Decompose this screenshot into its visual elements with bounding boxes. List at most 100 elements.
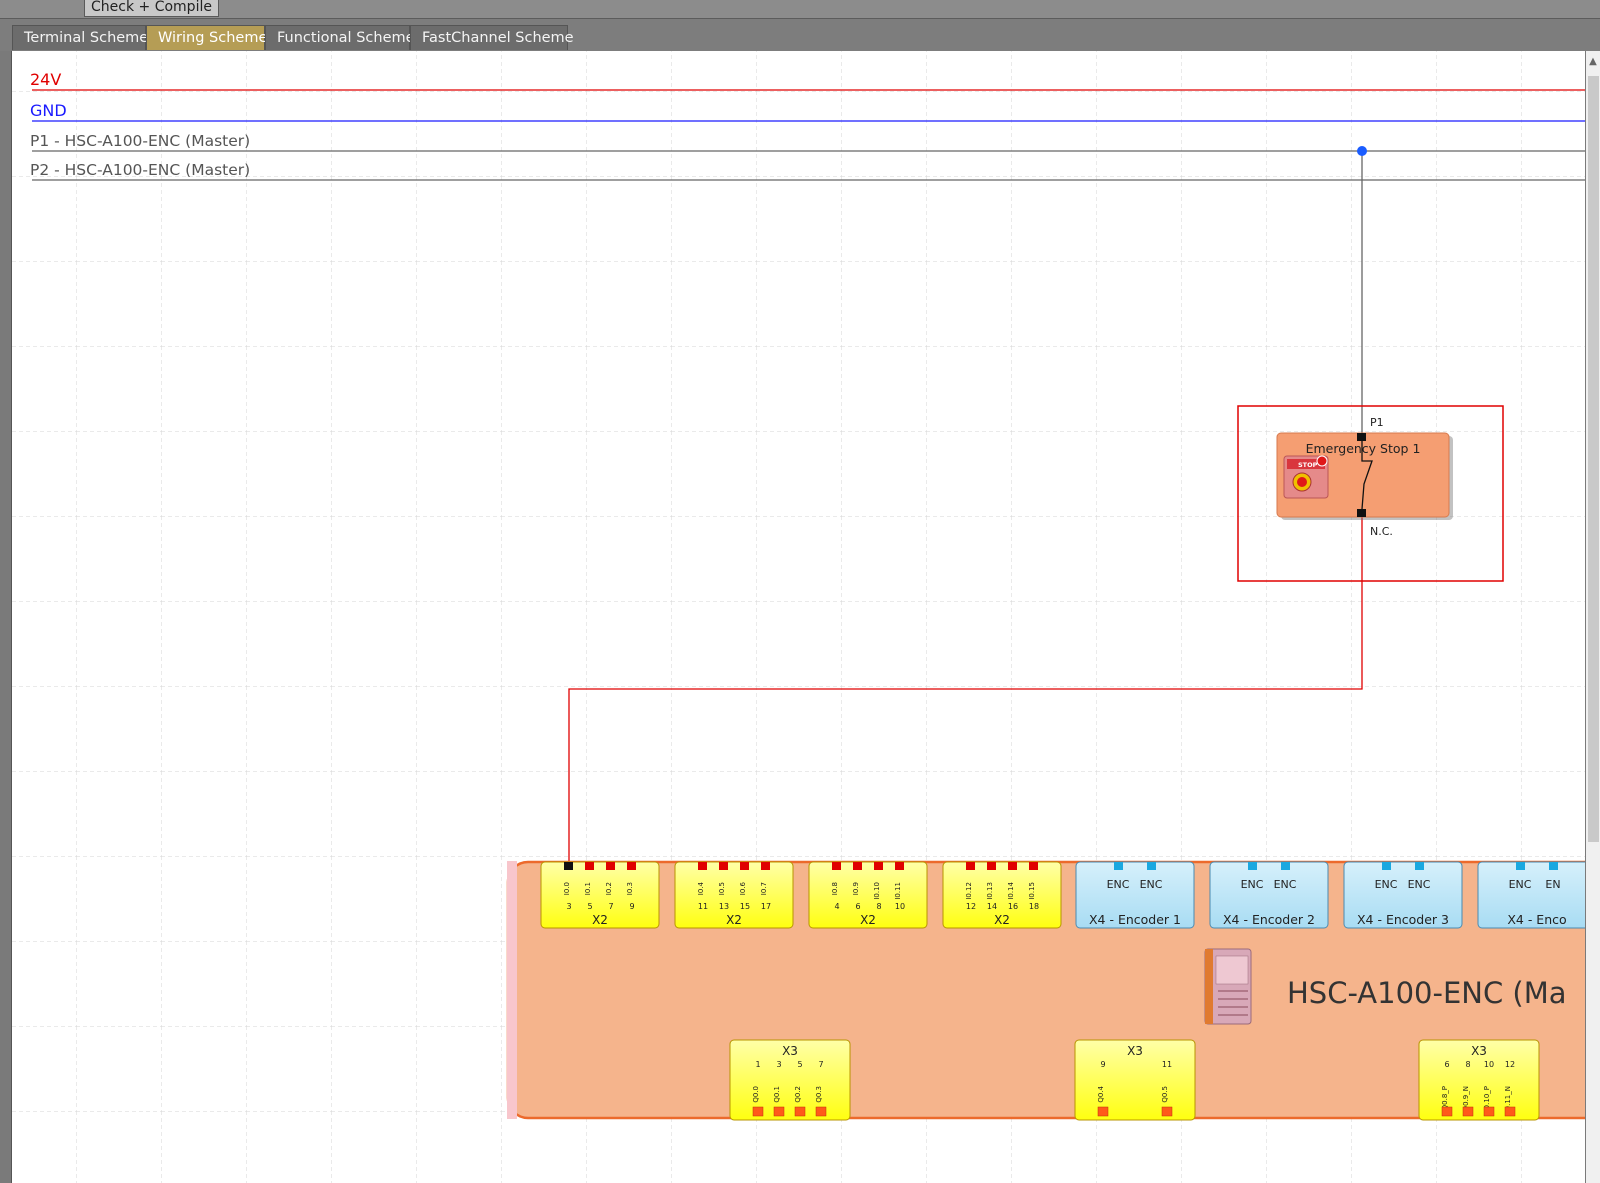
x2-pin-number: 6 — [855, 902, 860, 911]
rail-p1-label: P1 - HSC-A100-ENC (Master) — [30, 132, 250, 150]
x2-terminal[interactable] — [761, 862, 770, 870]
x2-terminal[interactable] — [853, 862, 862, 870]
x3-terminal[interactable] — [1161, 1106, 1173, 1117]
wiring-canvas[interactable]: 24V GND P1 - HSC-A100-ENC (Master) P2 - … — [11, 51, 1585, 1183]
x3-pin-label: Q0.2 — [794, 1086, 802, 1103]
tab-fastchannel-scheme[interactable]: FastChannel Scheme — [410, 25, 574, 50]
x3-pin-number: 11 — [1162, 1060, 1172, 1069]
x2-block[interactable]: I0.8 4 I0.9 6 I0.10 8 I0.11 10 X2 — [808, 861, 928, 929]
x2-terminal[interactable] — [698, 862, 707, 870]
x3-pin-number: 9 — [1100, 1060, 1105, 1069]
x2-terminal[interactable] — [606, 862, 615, 870]
tab-functional-scheme[interactable]: Functional Scheme — [265, 25, 415, 50]
x2-terminal[interactable] — [966, 862, 975, 870]
x2-block[interactable]: I0.0 3 I0.1 5 I0.2 7 I0.3 9 X2 — [540, 861, 660, 929]
check-compile-button[interactable]: Check + Compile — [84, 0, 219, 17]
x2-terminal[interactable] — [987, 862, 996, 870]
x2-terminal[interactable] — [627, 862, 636, 870]
x2-terminal[interactable] — [585, 862, 594, 870]
x2-pin-number: 7 — [608, 902, 613, 911]
x3-terminal[interactable] — [1462, 1106, 1474, 1117]
x2-terminal[interactable] — [895, 862, 904, 870]
x3-pin-label: Q0.3 — [815, 1086, 823, 1103]
encoder-block-label: X4 - Encoder 1 — [1089, 912, 1181, 927]
encoder-block-label: X4 - Encoder 3 — [1357, 912, 1449, 927]
estop-bottom-terminal[interactable] — [1357, 509, 1366, 517]
x2-terminal[interactable] — [564, 862, 573, 870]
x3-terminal[interactable] — [1504, 1106, 1516, 1117]
encoder-pin-label: ENC — [1509, 878, 1532, 891]
encoder-terminal[interactable] — [1248, 862, 1257, 870]
encoder-terminal[interactable] — [1114, 862, 1123, 870]
x3-pin-label: Q0.1 — [773, 1086, 781, 1103]
encoder-terminal[interactable] — [1516, 862, 1525, 870]
encoder-block[interactable]: ENC ENC X4 - Encoder 1 — [1075, 861, 1195, 929]
x2-terminal[interactable] — [740, 862, 749, 870]
x3-block[interactable]: X3 9 Q0.4 11 Q0.5 — [1074, 1039, 1196, 1121]
x2-pin-label: I0.14 — [1007, 881, 1015, 899]
encoder-terminal[interactable] — [1415, 862, 1424, 870]
x2-terminal[interactable] — [832, 862, 841, 870]
x2-pin-label: I0.6 — [739, 881, 747, 895]
tab-wiring-scheme[interactable]: Wiring Scheme — [146, 25, 267, 50]
encoder-pin-label: EN — [1545, 878, 1560, 891]
x2-block[interactable]: I0.12 12 I0.13 14 I0.14 16 I0.15 18 X2 — [942, 861, 1062, 929]
x2-terminal[interactable] — [719, 862, 728, 870]
tab-terminal-scheme[interactable]: Terminal Scheme — [12, 25, 148, 50]
x2-terminal[interactable] — [1008, 862, 1017, 870]
x2-pin-label: I0.10 — [873, 882, 881, 900]
x2-pin-label: I0.7 — [760, 882, 768, 895]
encoder-terminal[interactable] — [1549, 862, 1558, 870]
x3-pin-number: 7 — [818, 1060, 823, 1069]
x2-block-label: X2 — [592, 913, 608, 927]
x3-terminal[interactable] — [815, 1106, 827, 1117]
x2-block[interactable]: I0.4 11 I0.5 13 I0.6 15 I0.7 17 X2 — [674, 861, 794, 929]
x3-block[interactable]: X36Q0.8_P8Q0.9_N10Q0.10_P12Q0.11_N — [1418, 1039, 1540, 1121]
x3-block-label: X3 — [782, 1044, 798, 1058]
encoder-terminal[interactable] — [1281, 862, 1290, 870]
x3-terminal[interactable] — [773, 1106, 785, 1117]
x2-block-label: X2 — [994, 913, 1010, 927]
x3-pin-number: 1 — [755, 1060, 760, 1069]
encoder-block[interactable]: ENC EN X4 - Enco — [1477, 861, 1585, 929]
encoder-terminal[interactable] — [1382, 862, 1391, 870]
estop-top-terminal[interactable] — [1357, 433, 1366, 441]
x3-pin-number: 8 — [1465, 1060, 1470, 1069]
encoder-block[interactable]: ENC ENC X4 - Encoder 2 — [1209, 861, 1329, 929]
x2-pin-label: I0.0 — [563, 882, 571, 895]
x2-pin-number: 12 — [966, 902, 976, 911]
x2-terminal[interactable] — [874, 862, 883, 870]
x3-pin-label: Q0.0 — [752, 1086, 760, 1103]
encoder-block[interactable]: ENC ENC X4 - Encoder 3 — [1343, 861, 1463, 929]
rail-24v-label: 24V — [30, 70, 61, 89]
x3-terminal[interactable] — [1441, 1106, 1453, 1117]
x3-pin-number: 3 — [776, 1060, 781, 1069]
encoder-pin-label: ENC — [1107, 878, 1130, 891]
x3-pin-label: Q0.8_P — [1441, 1086, 1449, 1110]
x2-pin-number: 13 — [719, 902, 729, 911]
scroll-up-arrow-icon[interactable]: ▲ — [1586, 53, 1600, 71]
encoder-block-label: X4 - Encoder 2 — [1223, 912, 1315, 927]
scrollbar-thumb[interactable] — [1588, 76, 1599, 842]
encoder-pin-label: ENC — [1241, 878, 1264, 891]
x2-pin-label: I0.12 — [965, 882, 973, 900]
encoder-terminal[interactable] — [1147, 862, 1156, 870]
x2-pin-number: 14 — [987, 902, 997, 911]
junction-dot[interactable] — [1357, 146, 1367, 156]
x3-terminal[interactable] — [1483, 1106, 1495, 1117]
x3-terminal[interactable] — [794, 1106, 806, 1117]
x3-terminal[interactable] — [1097, 1106, 1109, 1117]
x3-pin-number: 6 — [1444, 1060, 1449, 1069]
x2-pin-number: 17 — [761, 902, 771, 911]
x2-pin-number: 3 — [566, 902, 571, 911]
x3-terminal[interactable] — [752, 1106, 764, 1117]
x2-pin-number: 8 — [876, 902, 881, 911]
x2-pin-label: I0.11 — [894, 882, 902, 900]
x3-block[interactable]: X3 1 Q0.0 3 Q0.1 5 Q0.2 7 Q0.3 — [729, 1039, 851, 1121]
x2-terminal[interactable] — [1029, 862, 1038, 870]
x2-pin-label: I0.13 — [986, 882, 994, 900]
stop-badge-text: STOP — [1298, 461, 1318, 469]
x3-pin-number: 5 — [797, 1060, 802, 1069]
x2-pin-number: 5 — [587, 902, 592, 911]
x3-pin-number: 12 — [1505, 1060, 1515, 1069]
